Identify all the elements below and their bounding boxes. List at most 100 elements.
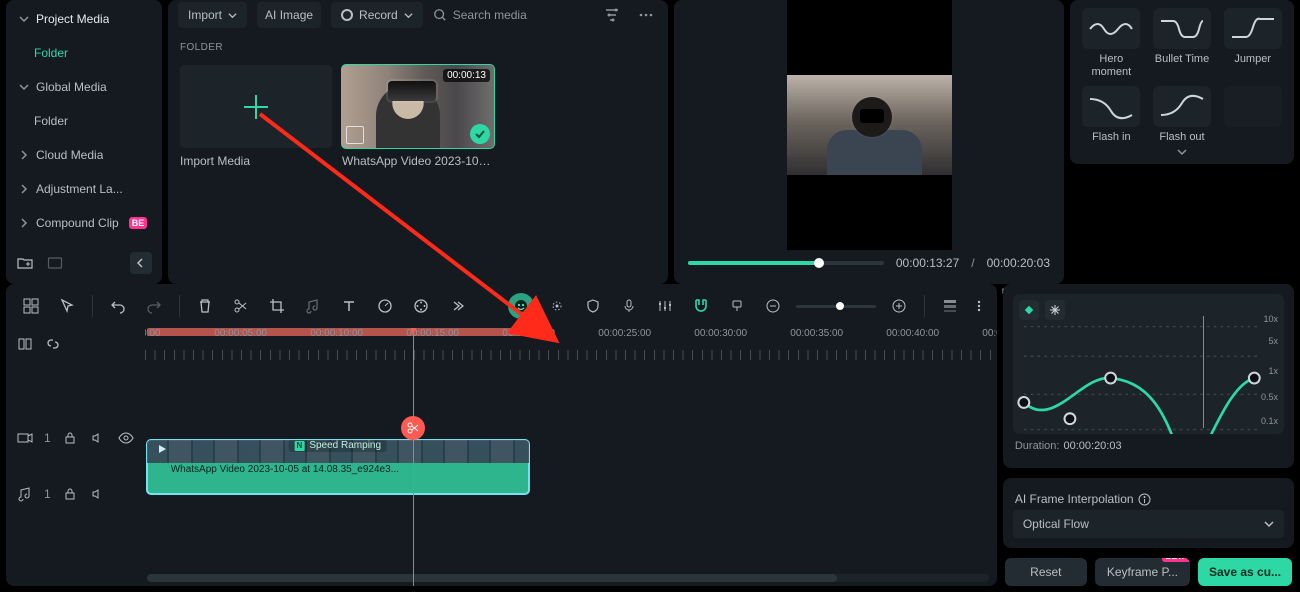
keyframe-button[interactable]: Keyframe P... BETA — [1095, 558, 1190, 586]
media-tile-clip[interactable]: 00:00:13 WhatsApp Video 2023-10-05... — [342, 65, 494, 168]
color-icon[interactable] — [408, 293, 434, 319]
graph-playhead[interactable] — [1203, 316, 1204, 428]
search-icon — [433, 8, 447, 22]
marker-icon[interactable] — [724, 293, 750, 319]
text-icon[interactable] — [336, 293, 362, 319]
voiceover-icon[interactable] — [616, 293, 642, 319]
timeline-scrollthumb[interactable] — [147, 574, 838, 582]
reel-icon — [346, 126, 364, 144]
presets-more-icon[interactable] — [1080, 144, 1284, 156]
timeline-ruler[interactable]: :00:00 00:00:05:00 00:00:10:00 00:00:15:… — [145, 328, 997, 360]
more-icon[interactable] — [634, 3, 658, 27]
undo-icon[interactable] — [105, 293, 131, 319]
enhance-icon[interactable] — [544, 293, 570, 319]
crop-icon[interactable] — [264, 293, 290, 319]
speed-ramp-graph[interactable]: 10x 5x 1x 0.5x 0.1x — [1013, 294, 1284, 434]
clip-speed-badge: N Speed Ramping — [288, 440, 387, 452]
link-icon[interactable] — [44, 335, 62, 353]
interp-select-value: Optical Flow — [1023, 517, 1089, 531]
mute-icon[interactable] — [89, 485, 107, 503]
pointer-tool-icon[interactable] — [54, 293, 80, 319]
zoom-out-icon[interactable] — [760, 293, 786, 319]
current-timecode: 00:00:13:27 — [896, 256, 959, 270]
import-dropdown[interactable]: Import — [178, 2, 247, 28]
interp-select[interactable]: Optical Flow — [1013, 510, 1284, 538]
lock-icon[interactable] — [61, 485, 79, 503]
zoom-thumb[interactable] — [836, 302, 844, 310]
delete-icon[interactable] — [192, 293, 218, 319]
beta-badge: BE — [129, 217, 148, 229]
shield-icon[interactable] — [580, 293, 606, 319]
seek-thumb[interactable] — [814, 258, 824, 268]
audio-track-header[interactable]: 1 — [6, 466, 145, 522]
search-media[interactable]: Search media — [433, 8, 590, 22]
redo-icon[interactable] — [141, 293, 167, 319]
audio-mixer-icon[interactable] — [652, 293, 678, 319]
save-button[interactable]: Save as cu... — [1198, 558, 1292, 586]
playhead[interactable] — [413, 328, 414, 586]
caret-right-icon — [18, 149, 30, 161]
used-check-icon — [470, 124, 490, 144]
timeline-clip[interactable]: N Speed Ramping WhatsApp Video 2023-10-0… — [147, 440, 529, 494]
caret-down-icon — [18, 81, 30, 93]
ai-assistant-icon[interactable] — [508, 293, 534, 319]
timeline-toolbar — [6, 284, 997, 328]
filter-icon[interactable] — [600, 3, 624, 27]
speed-icon[interactable] — [372, 293, 398, 319]
zoom-slider[interactable] — [796, 305, 876, 308]
import-thumb[interactable] — [180, 65, 332, 148]
record-dropdown[interactable]: Record — [331, 2, 423, 28]
layout-grid-icon[interactable] — [18, 293, 44, 319]
timeline-tracks[interactable]: :00:00 00:00:05:00 00:00:10:00 00:00:15:… — [145, 328, 997, 586]
preset-hero[interactable]: Hero moment — [1080, 8, 1143, 78]
import-label: Import — [188, 8, 222, 22]
seek-slider[interactable] — [688, 261, 884, 265]
sidebar-item-project-media[interactable]: Project Media — [6, 2, 162, 36]
more-tools-icon[interactable] — [444, 293, 470, 319]
sidebar-item-label: Adjustment La... — [36, 182, 123, 196]
sidebar-item-project-folder[interactable]: Folder — [6, 36, 162, 70]
tile-label: WhatsApp Video 2023-10-05... — [342, 154, 494, 168]
ai-image-button[interactable]: AI Image — [257, 2, 321, 28]
magnet-icon[interactable] — [688, 293, 714, 319]
record-dot-icon — [341, 9, 353, 21]
lock-icon[interactable] — [61, 429, 79, 447]
preview-stage[interactable] — [674, 0, 1064, 250]
preview-panel: 00:00:13:27 / 00:00:20:03 { } — [674, 0, 1064, 284]
sidebar-item-global-folder[interactable]: Folder — [6, 104, 162, 138]
reset-button[interactable]: Reset — [1005, 558, 1087, 586]
new-folder-icon[interactable] — [16, 254, 34, 272]
sidebar-item-adjustment-layer[interactable]: Adjustment La... — [6, 172, 162, 206]
sidebar-item-global-media[interactable]: Global Media — [6, 70, 162, 104]
ruler-tick: 00:00:40:00 — [886, 328, 939, 339]
auto-ripple-icon[interactable] — [16, 335, 34, 353]
timeline-options-icon[interactable] — [973, 293, 985, 319]
info-icon[interactable] — [1138, 492, 1152, 506]
collapse-sidebar-button[interactable] — [130, 252, 152, 274]
clip-thumb[interactable]: 00:00:13 — [342, 65, 494, 148]
caret-down-icon — [18, 13, 30, 25]
preset-flashin[interactable]: Flash in — [1080, 86, 1143, 144]
video-track-header[interactable]: 1 — [6, 410, 145, 466]
preset-flashout[interactable]: Flash out — [1151, 86, 1214, 144]
mute-icon[interactable] — [89, 429, 107, 447]
ruler-tick: 00:00:10:00 — [310, 328, 363, 339]
ruler-tick: 00:00:20:00 — [502, 328, 555, 339]
zoom-in-icon[interactable] — [886, 293, 912, 319]
track-height-icon[interactable] — [937, 293, 963, 319]
timeline-scrollbar[interactable] — [147, 574, 989, 582]
music-icon[interactable] — [300, 293, 326, 319]
search-placeholder: Search media — [453, 8, 527, 22]
ai-interp-label: AI Frame Interpolation — [1015, 492, 1134, 506]
sidebar-item-compound-clip[interactable]: Compound Clip BE — [6, 206, 162, 240]
split-icon[interactable] — [228, 293, 254, 319]
visibility-icon[interactable] — [117, 429, 135, 447]
preset-jumper[interactable]: Jumper — [1221, 8, 1284, 78]
properties-panel-lower: 10x 5x 1x 0.5x 0.1x — [1003, 284, 1294, 586]
media-tile-import[interactable]: Import Media — [180, 65, 332, 168]
new-bin-icon[interactable] — [46, 254, 64, 272]
cut-marker[interactable] — [401, 416, 425, 440]
preset-bullet[interactable]: Bullet Time — [1151, 8, 1214, 78]
sidebar-item-cloud-media[interactable]: Cloud Media — [6, 138, 162, 172]
preset-label: Hero moment — [1080, 53, 1143, 78]
